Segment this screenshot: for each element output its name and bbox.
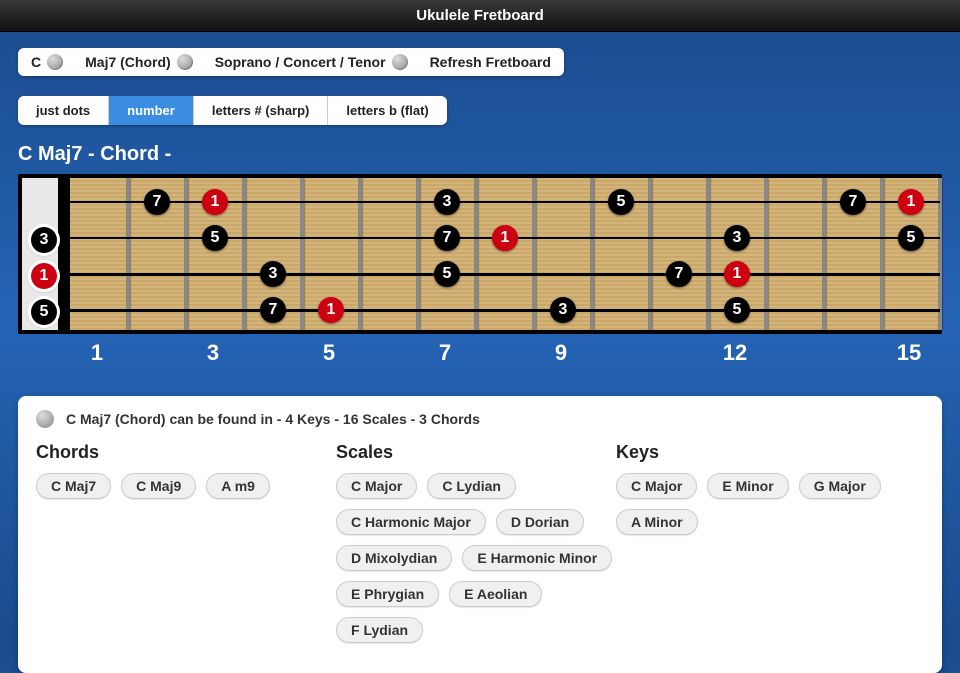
fret-marker-label: 7 xyxy=(439,340,451,366)
pill-c-lydian[interactable]: C Lydian xyxy=(427,473,516,499)
pill-e-harmonic-minor[interactable]: E Harmonic Minor xyxy=(462,545,612,571)
string xyxy=(70,201,940,203)
keys-list: C Major E Minor G Major A Minor xyxy=(616,473,896,535)
chord-selector[interactable]: Maj7 (Chord) xyxy=(75,51,203,73)
keys-row: C Major E Minor G Major xyxy=(616,473,896,499)
open-note[interactable]: 3 xyxy=(31,227,57,253)
pill-e-aeolian[interactable]: E Aeolian xyxy=(449,581,542,607)
scales-row: C Harmonic Major D Dorian xyxy=(336,509,616,535)
segment-letters-sharp-[interactable]: letters # (sharp) xyxy=(194,96,329,125)
refresh-button[interactable]: Refresh Fretboard xyxy=(420,51,561,73)
info-columns: Chords C Maj7C Maj9A m9 Scales C MajorC … xyxy=(36,442,924,653)
keys-row: A Minor xyxy=(616,509,896,535)
open-note[interactable]: 5 xyxy=(31,299,57,325)
scales-column: Scales C Major C Lydian C Harmonic Major D … xyxy=(336,442,616,653)
refresh-label: Refresh Fretboard xyxy=(430,54,551,70)
fret-note[interactable]: 1 xyxy=(202,189,228,215)
fret-note[interactable]: 7 xyxy=(840,189,866,215)
pill-d-dorian[interactable]: D Dorian xyxy=(496,509,584,535)
scales-row: E Phrygian E Aeolian F Lydian xyxy=(336,581,616,643)
dropdown-icon xyxy=(392,54,408,70)
chord-title: C Maj7 - Chord - xyxy=(18,143,942,166)
fret-note[interactable]: 7 xyxy=(666,261,692,287)
fret-note[interactable]: 5 xyxy=(724,297,750,323)
dropdown-icon xyxy=(177,54,193,70)
pill-e-minor[interactable]: E Minor xyxy=(707,473,788,499)
selector-row: C Maj7 (Chord) Soprano / Concert / Tenor… xyxy=(18,48,564,76)
fret-marker-label: 15 xyxy=(897,340,921,366)
info-icon xyxy=(36,410,54,428)
fret-markers-row: 1 3 5 7 9 12 15 xyxy=(18,340,942,370)
fret-note[interactable]: 1 xyxy=(492,225,518,251)
title-bar: Ukulele Fretboard xyxy=(0,0,960,32)
chords-column: Chords C Maj7 C Maj9 A m9 xyxy=(36,442,336,653)
fret-note[interactable]: 5 xyxy=(434,261,460,287)
fret-note[interactable]: 3 xyxy=(724,225,750,251)
keys-heading: Keys xyxy=(616,442,896,463)
scales-heading: Scales xyxy=(336,442,616,463)
fret-note[interactable]: 7 xyxy=(434,225,460,251)
segment-just-dots[interactable]: just dots xyxy=(18,96,109,125)
pill-c-major[interactable]: C Major xyxy=(616,473,697,499)
pill-f-lydian[interactable]: F Lydian xyxy=(336,617,423,643)
fret-note[interactable]: 3 xyxy=(434,189,460,215)
scales-row: C Major C Lydian xyxy=(336,473,616,499)
display-mode-segment: just dotsnumberletters # (sharp)letters … xyxy=(18,96,447,125)
fret-note[interactable]: 5 xyxy=(898,225,924,251)
nut-area: 3 1 5 xyxy=(22,178,64,330)
string xyxy=(70,273,940,276)
chords-heading: Chords xyxy=(36,442,336,463)
segment-number[interactable]: number xyxy=(109,96,194,125)
fret-note[interactable]: 7 xyxy=(144,189,170,215)
fret-marker-label: 9 xyxy=(555,340,567,366)
pill-g-major[interactable]: G Major xyxy=(799,473,881,499)
pill-c-major[interactable]: C Major xyxy=(336,473,417,499)
info-panel: C Maj7 (Chord) can be found in - 4 Keys … xyxy=(18,396,942,673)
fret-note[interactable]: 5 xyxy=(608,189,634,215)
fret-note[interactable]: 7 xyxy=(260,297,286,323)
fret-marker-label: 3 xyxy=(207,340,219,366)
key-label: C xyxy=(31,54,41,70)
fret-note[interactable]: 1 xyxy=(318,297,344,323)
scales-list: C Major C Lydian C Harmonic Major D Dorian D… xyxy=(336,473,616,643)
pill-e-phrygian[interactable]: E Phrygian xyxy=(336,581,439,607)
pill-a-m9[interactable]: A m9 xyxy=(206,473,270,499)
fret-area: 7135715713535717135 xyxy=(70,178,940,330)
keys-column: Keys C Major E Minor G Major A Minor xyxy=(616,442,896,653)
chord-label: Maj7 (Chord) xyxy=(85,54,171,70)
info-summary: C Maj7 (Chord) can be found in - 4 Keys … xyxy=(66,411,480,427)
info-header: C Maj7 (Chord) can be found in - 4 Keys … xyxy=(36,410,924,428)
fretboard-container: 315 7135715713535717135 135791215 xyxy=(18,174,942,370)
string xyxy=(70,309,940,312)
dropdown-icon xyxy=(47,54,63,70)
main-content: C Maj7 (Chord) Soprano / Concert / Tenor… xyxy=(0,32,960,673)
fret-note[interactable]: 3 xyxy=(550,297,576,323)
pill-d-mixolydian[interactable]: D Mixolydian xyxy=(336,545,452,571)
fret-note[interactable]: 3 xyxy=(260,261,286,287)
fret-note[interactable]: 1 xyxy=(724,261,750,287)
pill-c-maj9[interactable]: C Maj9 xyxy=(121,473,196,499)
fret-marker-label: 1 xyxy=(91,340,103,366)
segment-letters-b-flat-[interactable]: letters b (flat) xyxy=(328,96,446,125)
pill-c-harmonic-major[interactable]: C Harmonic Major xyxy=(336,509,486,535)
scales-row: D Mixolydian E Harmonic Minor xyxy=(336,545,616,571)
open-note[interactable]: 1 xyxy=(31,263,57,289)
pill-a-minor[interactable]: A Minor xyxy=(616,509,698,535)
fret-note[interactable]: 5 xyxy=(202,225,228,251)
instrument-selector[interactable]: Soprano / Concert / Tenor xyxy=(205,51,418,73)
app-title: Ukulele Fretboard xyxy=(416,7,544,24)
fret-marker-label: 12 xyxy=(723,340,747,366)
pill-c-maj7[interactable]: C Maj7 xyxy=(36,473,111,499)
fretboard[interactable]: 315 7135715713535717135 xyxy=(18,174,942,334)
instrument-label: Soprano / Concert / Tenor xyxy=(215,54,386,70)
fret-note[interactable]: 1 xyxy=(898,189,924,215)
chords-list: C Maj7 C Maj9 A m9 xyxy=(36,473,336,499)
key-selector[interactable]: C xyxy=(21,51,73,73)
fret-marker-label: 5 xyxy=(323,340,335,366)
